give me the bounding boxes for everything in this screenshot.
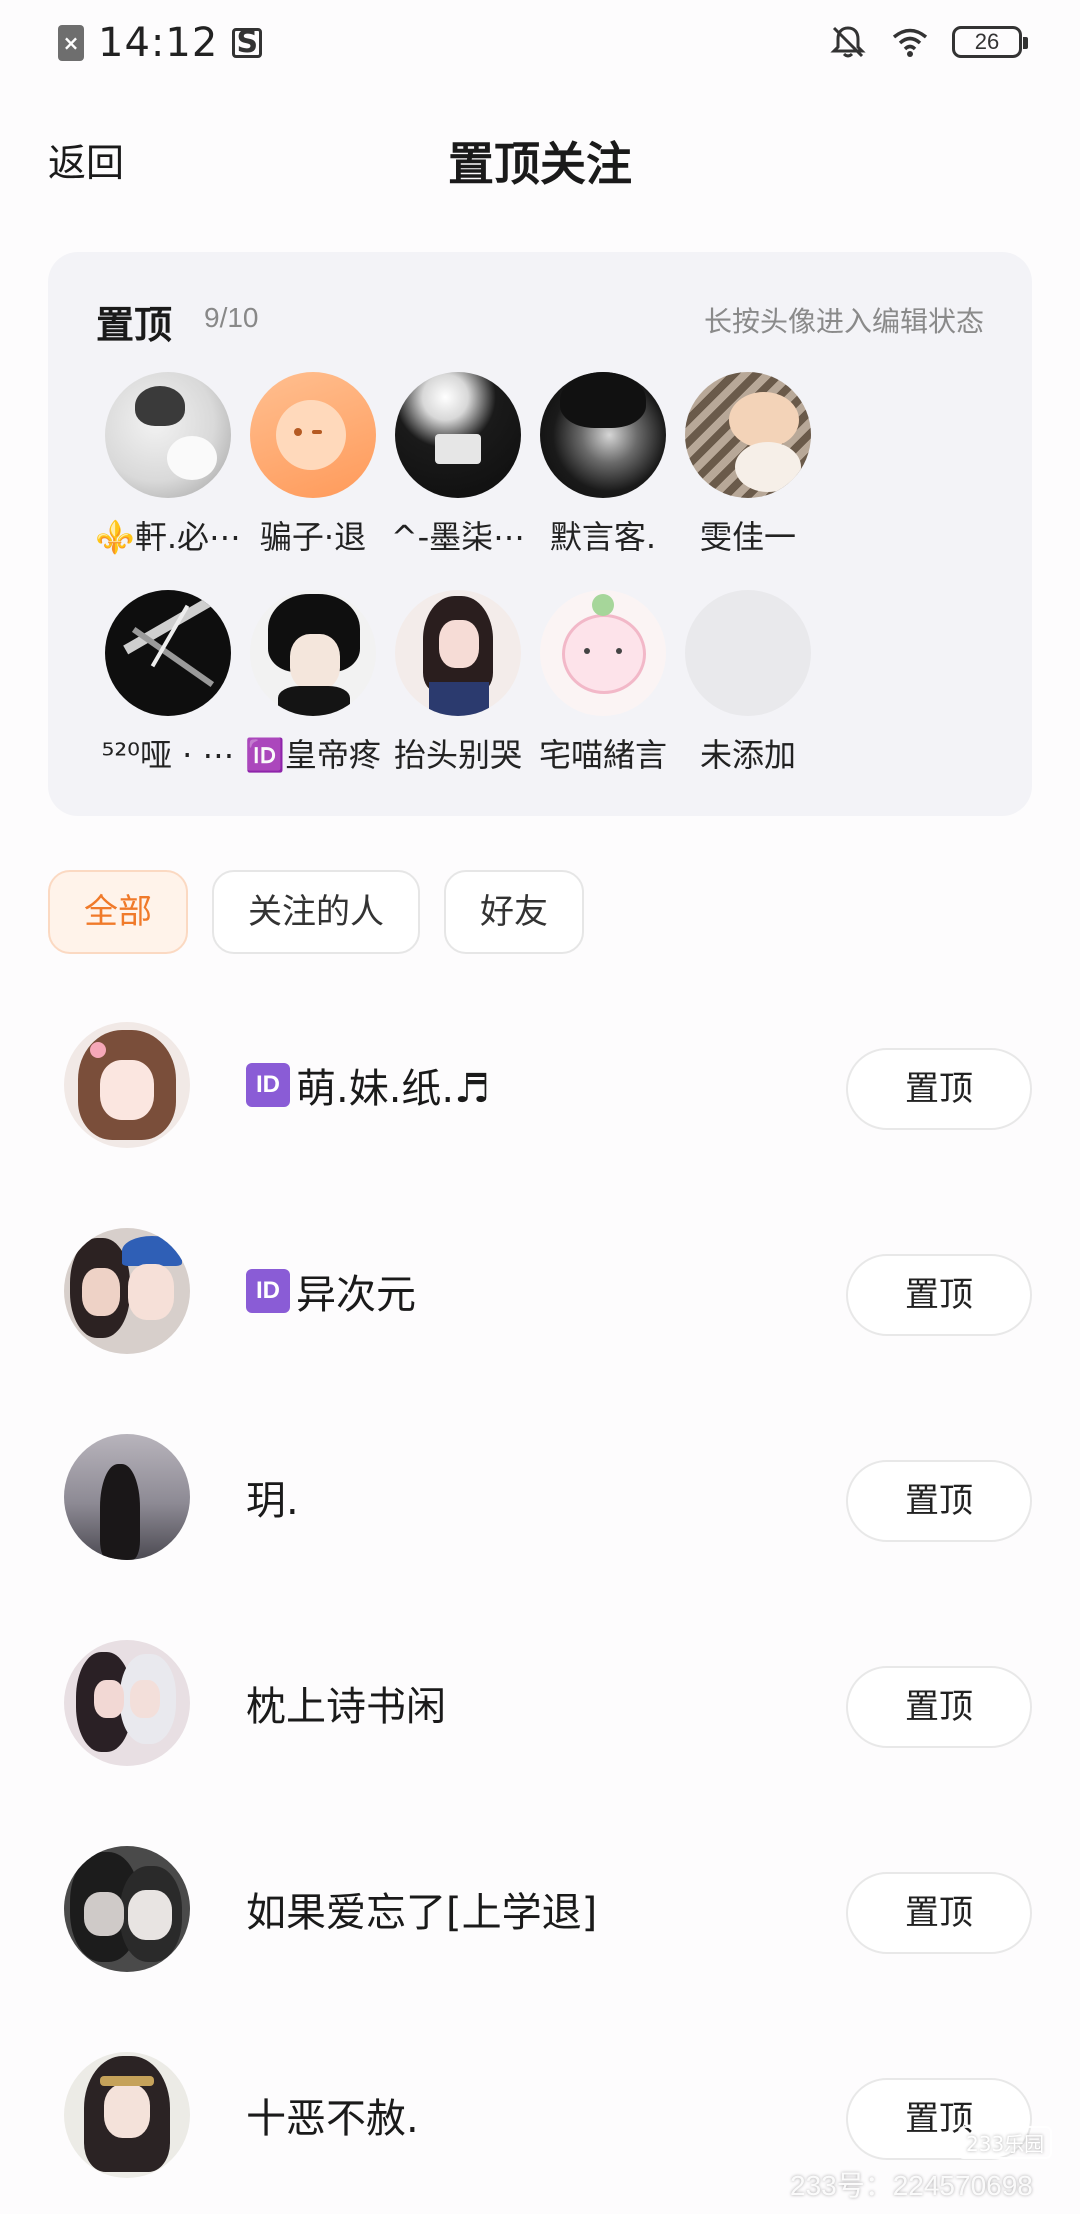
status-bar: × 14:12 S 26 — [0, 0, 1080, 90]
avatar[interactable] — [64, 1846, 190, 1972]
user-name-line: 十恶不赦. — [246, 2086, 419, 2144]
battery-level: 26 — [974, 29, 1000, 54]
user-name-line: ID 异次元 — [246, 1262, 416, 1320]
user-name: 枕上诗书闲 — [246, 1684, 446, 1730]
tab-all[interactable]: 全部 — [48, 870, 188, 954]
page-title: 置顶关注 — [448, 137, 632, 191]
avatar[interactable] — [64, 1022, 190, 1148]
empty-avatar-placeholder[interactable] — [685, 590, 811, 716]
pin-button[interactable]: 置顶 — [846, 1666, 1032, 1748]
avatar[interactable] — [685, 372, 811, 498]
list-item: 枕上诗书闲 置顶 — [0, 1618, 1080, 1788]
avatar[interactable] — [540, 590, 666, 716]
pin-button[interactable]: 置顶 — [846, 1460, 1032, 1542]
wifi-icon — [892, 28, 928, 57]
avatar[interactable] — [540, 372, 666, 498]
pinned-card: 置顶 9/10 长按头像进入编辑状态 ⚜️軒.必⋯ 骗子·退 ^-墨柒⋯ 默言客… — [48, 252, 1032, 816]
id-badge-icon: ID — [246, 1063, 290, 1107]
avatar[interactable] — [64, 2052, 190, 2178]
user-name: 如果爱忘了[上学退] — [246, 1890, 598, 1936]
avatar[interactable] — [395, 372, 521, 498]
bell-muted-icon — [830, 26, 866, 58]
tab-friends[interactable]: 好友 — [444, 870, 584, 954]
user-name: 萌.妹.纸.♬ — [296, 1066, 491, 1112]
user-name-line: ID 萌.妹.纸.♬ — [246, 1056, 490, 1114]
user-name: 十恶不赦. — [246, 2096, 419, 2142]
avatar[interactable] — [64, 1228, 190, 1354]
avatar[interactable] — [105, 590, 231, 716]
avatar[interactable] — [250, 372, 376, 498]
user-name-line: 枕上诗书闲 — [246, 1674, 446, 1732]
pin-button[interactable]: 置顶 — [846, 1254, 1032, 1336]
user-name: 玥. — [246, 1478, 299, 1524]
status-right: 26 — [828, 22, 1028, 62]
pinned-item-name: 雯佳一 — [699, 518, 796, 556]
user-name: 异次元 — [296, 1272, 416, 1318]
avatar[interactable] — [395, 590, 521, 716]
battery-icon: 26 — [952, 26, 1028, 58]
list-item: ID 萌.妹.纸.♬ 置顶 — [0, 1000, 1080, 1170]
user-name-line: 如果爱忘了[上学退] — [246, 1880, 597, 1938]
pinned-count: 9/10 — [204, 302, 259, 333]
list-item: ID 异次元 置顶 — [0, 1206, 1080, 1376]
s-app-icon: S — [232, 28, 263, 58]
list-item: 玥. 置顶 — [0, 1412, 1080, 1582]
avatar[interactable] — [64, 1434, 190, 1560]
pinned-item-name: 未添加 — [699, 736, 796, 774]
status-left: × 14:12 S — [58, 20, 263, 66]
avatar[interactable] — [250, 590, 376, 716]
avatar[interactable] — [105, 372, 231, 498]
sim-off-icon: × — [58, 25, 84, 61]
pinned-hint: 长按头像进入编辑状态 — [703, 305, 984, 338]
pinned-title: 置顶 — [96, 303, 173, 347]
avatar[interactable] — [64, 1640, 190, 1766]
list-item: 如果爱忘了[上学退] 置顶 — [0, 1824, 1080, 1994]
filter-tabs: 全部 关注的人 好友 — [48, 870, 584, 954]
pinned-item[interactable]: 雯佳一 — [653, 372, 843, 558]
status-time: 14:12 — [98, 20, 219, 66]
tab-following[interactable]: 关注的人 — [212, 870, 420, 954]
watermark-text: 233号：224570698 — [790, 2170, 1033, 2201]
user-name-line: 玥. — [246, 1468, 299, 1526]
pin-button[interactable]: 置顶 — [846, 1872, 1032, 1954]
pin-button[interactable]: 置顶 — [846, 1048, 1032, 1130]
watermark-logo: 233乐园 — [958, 2126, 1053, 2159]
id-badge-icon: ID — [246, 1269, 290, 1313]
pinned-item-empty[interactable]: 未添加 — [653, 590, 843, 776]
